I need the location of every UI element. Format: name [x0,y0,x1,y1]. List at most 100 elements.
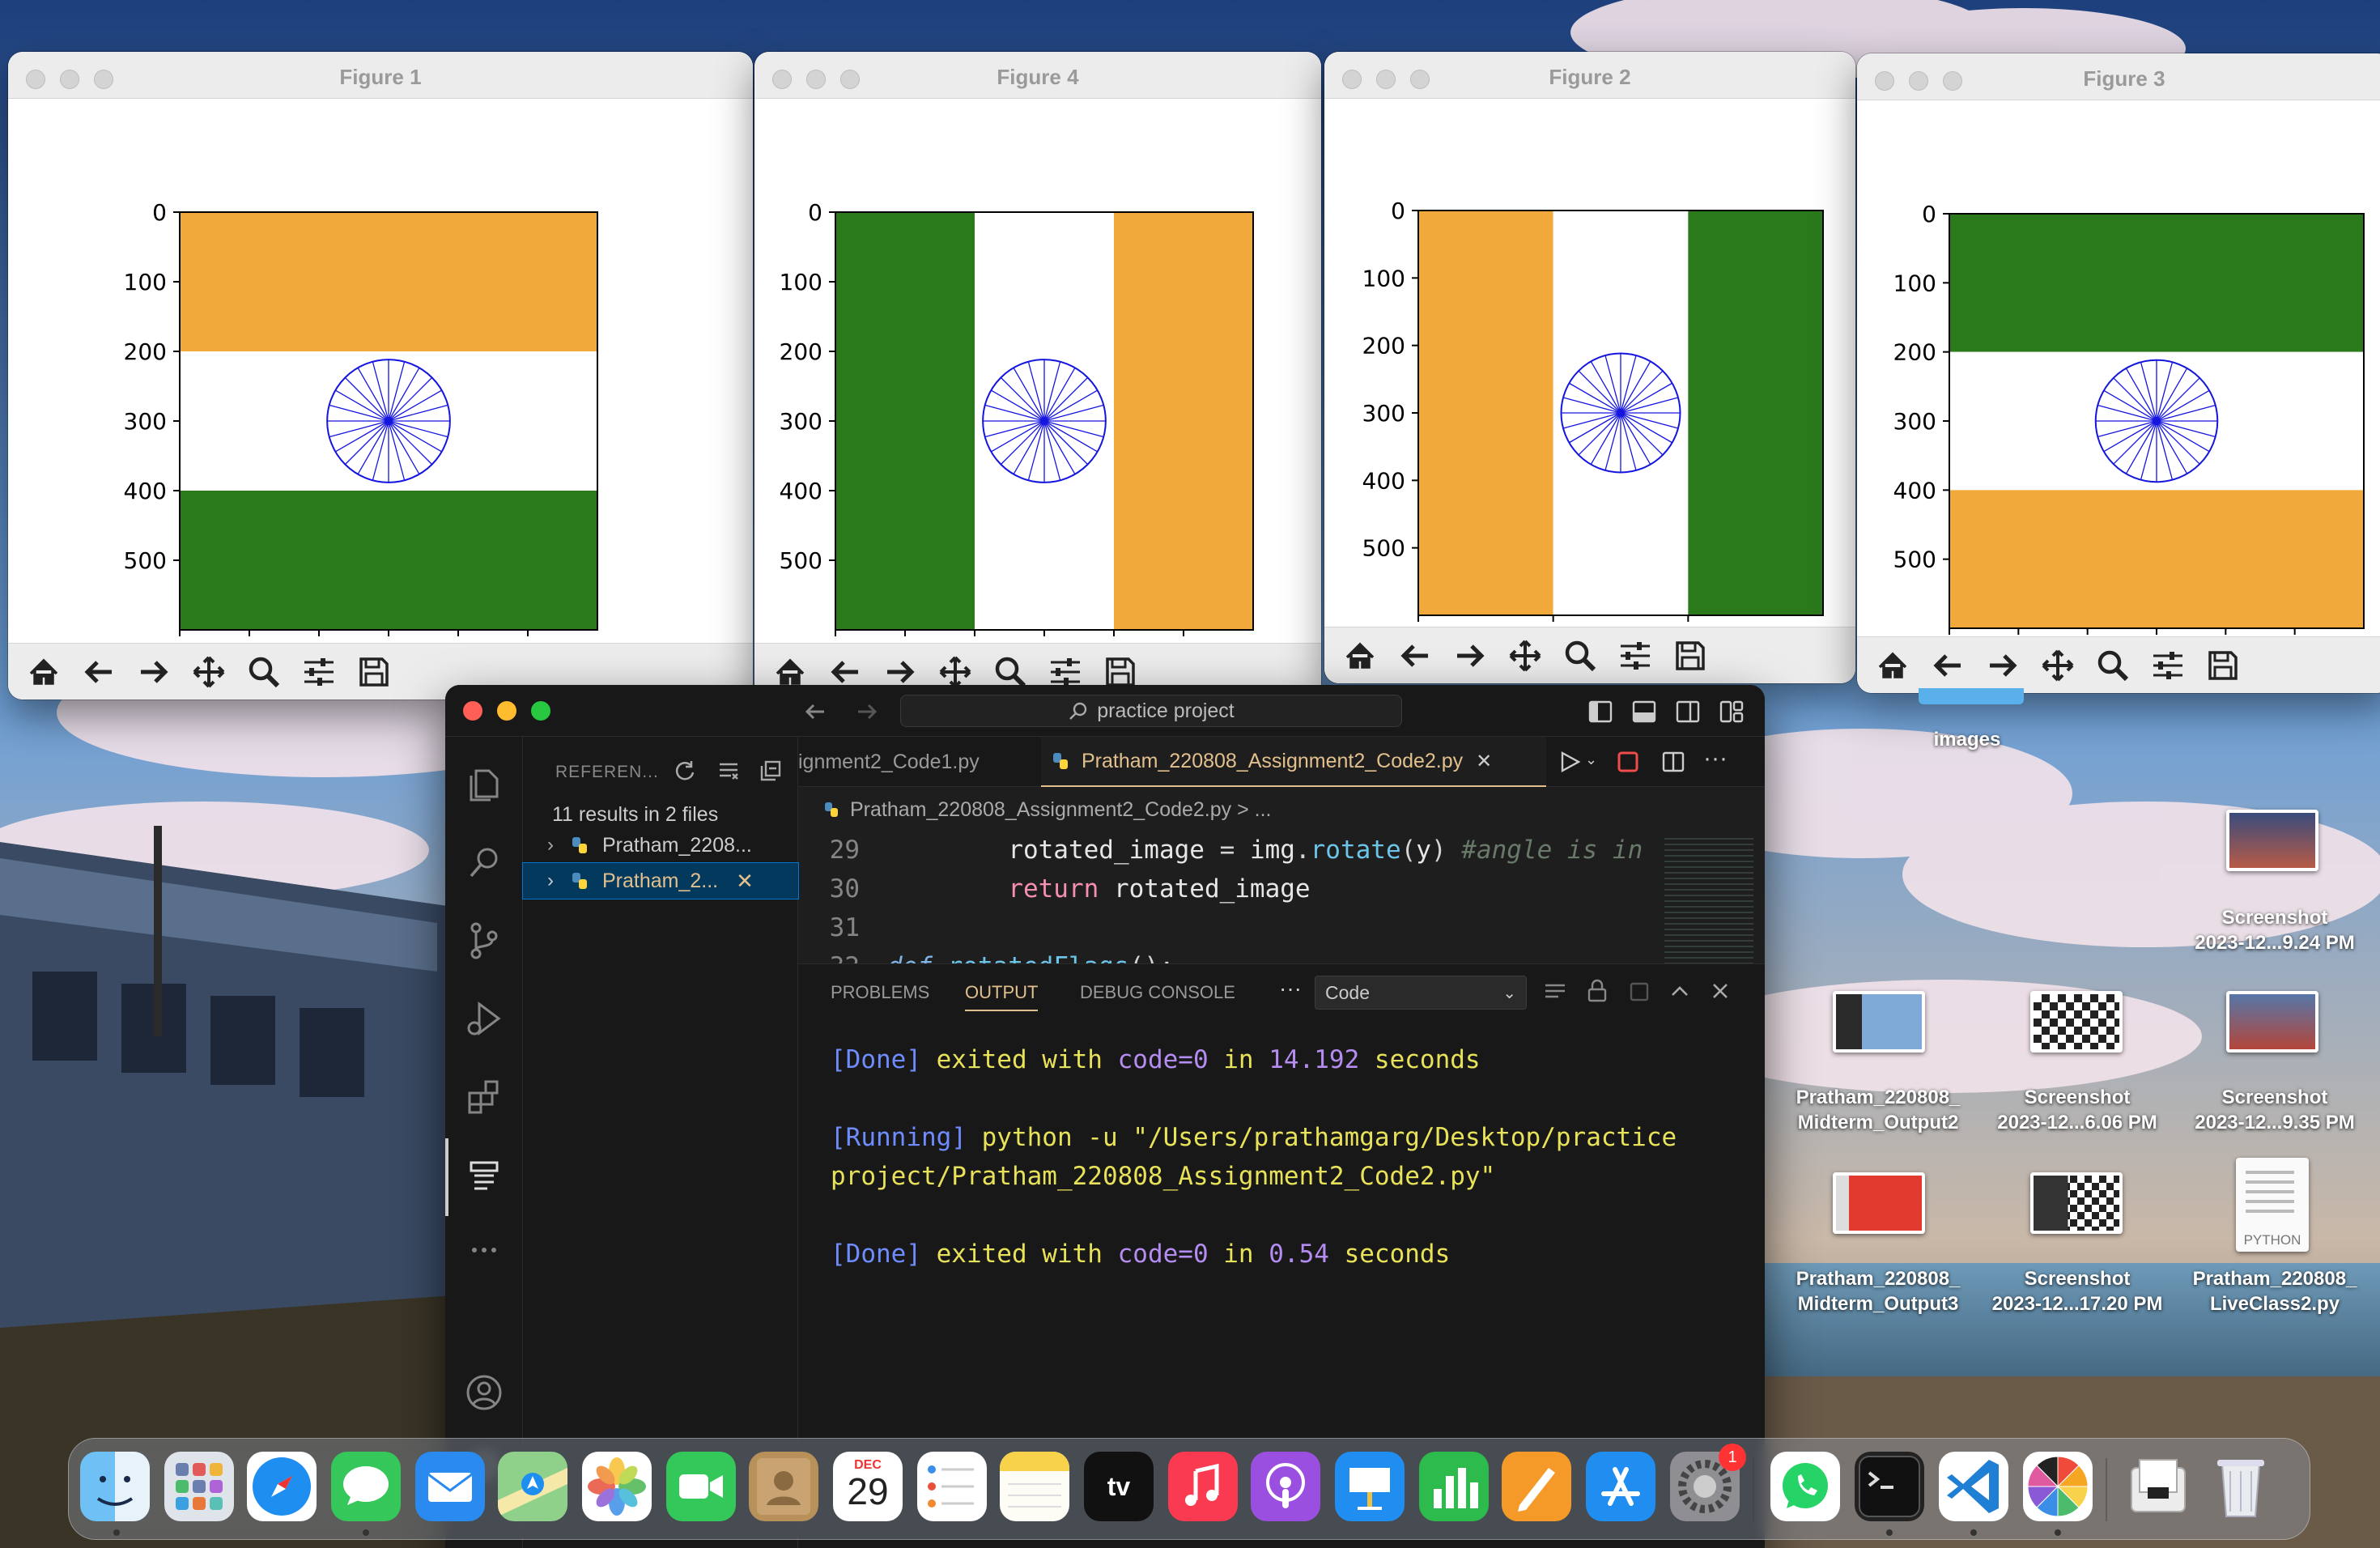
forward-icon[interactable] [1977,644,2029,687]
output-log[interactable]: [Done] exited with code=0 in 14.192 seco… [831,1040,1749,1274]
finder-icon[interactable] [80,1452,150,1521]
back-icon[interactable] [73,650,125,694]
run-icon[interactable] [1558,750,1582,774]
panel-tab-problems[interactable]: PROBLEMS [831,982,929,1003]
messages-icon[interactable] [331,1452,401,1521]
toggle-panel-icon[interactable] [1632,700,1656,724]
whatsapp-icon[interactable] [1770,1452,1840,1521]
minimize-button[interactable] [497,701,516,721]
panel-tab-debug-console[interactable]: DEBUG CONSOLE [1080,982,1235,1003]
figure-window-2[interactable]: Figure 2 01002003004005000200400 [1324,52,1855,683]
figure-window-1[interactable]: Figure 1 0100200300400500010020030040050… [8,52,753,700]
launchpad-icon[interactable] [164,1452,234,1521]
numbers-icon[interactable] [1419,1452,1489,1521]
forward-icon[interactable] [128,650,180,694]
back-arrow-icon[interactable] [803,700,827,724]
save-icon[interactable] [1664,634,1716,678]
trash-icon[interactable] [2206,1452,2276,1521]
window-titlebar[interactable]: Figure 2 [1324,52,1855,99]
split-editor-icon[interactable] [1661,750,1685,774]
window-titlebar[interactable]: Figure 1 [8,52,753,99]
run-debug-icon[interactable] [460,994,508,1043]
desktop-thumbnail[interactable] [2030,991,2123,1053]
forward-icon[interactable] [1444,634,1496,678]
code-editor[interactable]: 29 rotated_image = img. rotate(y) #angle … [798,834,1656,963]
references-icon[interactable] [460,1151,508,1200]
python-file-icon[interactable]: PYTHON [2236,1158,2309,1252]
search-activity-icon[interactable] [460,839,508,887]
panel-tab-output[interactable]: OUTPUT [965,982,1039,1011]
tab-code1[interactable]: ignment2_Code1.py [798,737,1041,787]
keynote-icon[interactable] [1335,1452,1405,1521]
vscode-titlebar[interactable]: practice project [445,685,1765,737]
pinwheel-icon[interactable] [2023,1452,2093,1521]
contacts-icon[interactable] [749,1452,818,1521]
clear-output-icon[interactable] [1543,980,1567,1005]
extensions-icon[interactable] [460,1072,508,1121]
facetime-icon[interactable] [666,1452,736,1521]
save-icon[interactable] [348,650,400,694]
refresh-icon[interactable] [674,759,696,782]
back-icon[interactable] [1389,634,1441,678]
maps-icon[interactable] [498,1452,567,1521]
desktop-thumbnail[interactable] [2226,991,2318,1053]
flag-plot[interactable]: 01002003004005000100200300400500 [754,99,1321,643]
stop-icon[interactable] [1616,750,1640,774]
open-log-icon[interactable] [1627,979,1651,1003]
desktop-thumbnail[interactable] [1833,1172,1925,1234]
accounts-icon[interactable] [460,1368,508,1417]
result-file-item[interactable]: › Pratham_2... ✕ [522,862,799,899]
zoom-icon[interactable] [2087,644,2139,687]
desktop-thumbnail[interactable] [1833,991,1925,1053]
customize-layout-icon[interactable] [1719,700,1744,724]
photos-icon[interactable] [582,1452,652,1521]
window-titlebar[interactable]: Figure 3 [1857,53,2380,100]
home-icon[interactable] [1334,634,1386,678]
flag-plot[interactable]: 01002003004005000200400 [1324,99,1855,627]
chevron-down-icon[interactable]: ⌄ [1585,751,1597,768]
back-icon[interactable] [1922,644,1974,687]
desktop-thumbnail[interactable] [2030,1172,2123,1234]
figure-window-3[interactable]: Figure 3 0100200300400500010020030040050… [1857,53,2380,693]
zoom-icon[interactable] [238,650,290,694]
command-center-search[interactable]: practice project [900,695,1402,727]
lock-scroll-icon[interactable] [1585,979,1609,1003]
forward-arrow-icon[interactable] [855,700,879,724]
pan-icon[interactable] [2032,644,2084,687]
maximize-panel-icon[interactable] [1668,979,1692,1003]
save-icon[interactable] [2197,644,2249,687]
close-tab-icon[interactable]: ✕ [1476,750,1492,773]
result-file-item[interactable]: › Pratham_2208... [523,827,798,863]
terminal-icon[interactable] [1855,1452,1924,1521]
downloads-stack-icon[interactable] [2123,1452,2193,1521]
tab-code2[interactable]: Pratham_220808_Assignment2_Code2.py ✕ [1041,737,1546,787]
calendar-icon[interactable]: DEC 29 [833,1452,903,1521]
configure-icon[interactable] [293,650,345,694]
mail-icon[interactable] [415,1452,485,1521]
safari-icon[interactable] [247,1452,317,1521]
more-icon[interactable] [460,1226,508,1274]
pan-icon[interactable] [183,650,235,694]
minimap[interactable] [1664,836,1753,963]
output-channel-select[interactable]: Code ⌄ [1315,976,1527,1010]
zoom-icon[interactable] [1554,634,1606,678]
podcasts-icon[interactable] [1251,1452,1320,1521]
flag-plot[interactable]: 01002003004005000100200300400500 [1857,100,2380,636]
zoom-button[interactable] [531,701,550,721]
breadcrumb[interactable]: Pratham_220808_Assignment2_Code2.py > ..… [822,793,1271,826]
clear-icon[interactable] [717,759,740,782]
pan-icon[interactable] [1499,634,1551,678]
toggle-secondary-sidebar-icon[interactable] [1676,700,1700,724]
vscode-icon[interactable] [1939,1452,2008,1521]
configure-icon[interactable] [1609,634,1661,678]
music-icon[interactable] [1168,1452,1238,1521]
appletv-icon[interactable]: tv [1084,1452,1154,1521]
desktop-thumbnail[interactable] [2226,810,2318,871]
figure-window-4[interactable]: Figure 4 0100200300400500010020030040050… [754,52,1321,700]
window-titlebar[interactable]: Figure 4 [754,52,1321,99]
toggle-sidebar-icon[interactable] [1588,700,1613,724]
system-settings-icon[interactable]: 1 [1670,1444,1746,1521]
flag-plot[interactable]: 01002003004005000100200300400500 [8,99,753,643]
more-actions-icon[interactable]: ··· [1703,745,1728,772]
panel-more-icon[interactable]: ··· [1279,976,1302,1002]
